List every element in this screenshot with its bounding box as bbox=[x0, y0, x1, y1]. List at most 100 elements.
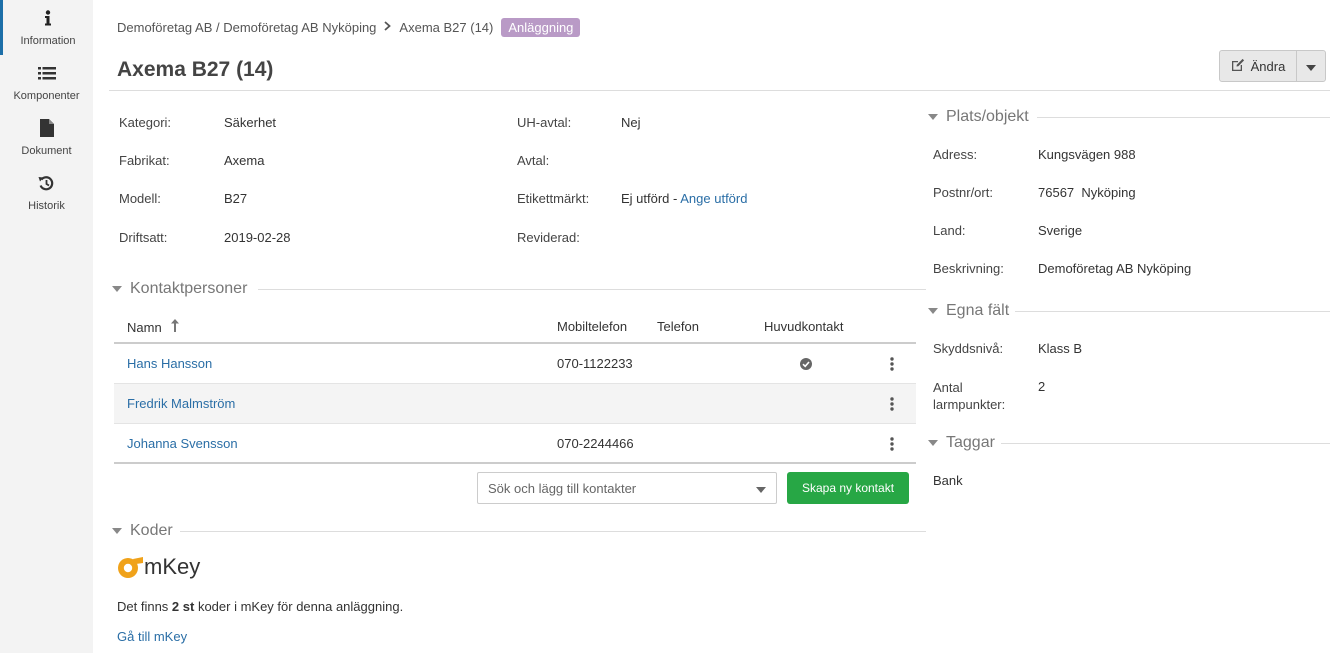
field-value: Axema bbox=[224, 153, 265, 168]
divider bbox=[180, 531, 926, 532]
edit-button-label: Ändra bbox=[1250, 58, 1286, 74]
field-value: 76567 Nyköping bbox=[1038, 185, 1136, 200]
divider bbox=[1001, 443, 1330, 444]
section-title: Egna fält bbox=[946, 302, 1010, 319]
check-circle-icon bbox=[800, 358, 812, 373]
column-header-main-contact[interactable]: Huvudkontakt bbox=[764, 319, 844, 334]
sidebar-item-label: Historik bbox=[28, 200, 65, 212]
field-label: Land: bbox=[933, 223, 966, 238]
sidebar: Information Komponenter Dokument Histori… bbox=[0, 0, 93, 653]
breadcrumb: Demoföretag AB / Demoföretag AB Nyköping… bbox=[117, 16, 581, 38]
sidebar-item-label: Dokument bbox=[21, 145, 72, 157]
row-menu-icon[interactable] bbox=[889, 396, 895, 412]
field-label: Adress: bbox=[933, 147, 978, 162]
status-badge: Anläggning bbox=[501, 17, 581, 37]
field-label: Kategori: bbox=[119, 115, 172, 130]
breadcrumb-path[interactable]: Demoföretag AB / Demoföretag AB Nyköping bbox=[117, 20, 376, 35]
mark-done-link[interactable]: Ange utförd bbox=[680, 191, 747, 206]
document-icon bbox=[0, 118, 93, 138]
column-header-name[interactable]: Namn bbox=[127, 319, 180, 335]
chevron-right-icon bbox=[384, 20, 392, 34]
field-label: Modell: bbox=[119, 191, 161, 206]
caret-down-icon bbox=[756, 481, 766, 496]
sidebar-item-komponenter[interactable]: Komponenter bbox=[0, 55, 93, 110]
codes-section-header[interactable]: Koder bbox=[112, 522, 173, 540]
contact-search-placeholder: Sök och lägg till kontakter bbox=[488, 480, 637, 496]
divider bbox=[258, 289, 926, 290]
row-menu-icon[interactable] bbox=[889, 436, 895, 452]
field-value: 2 bbox=[1038, 379, 1046, 394]
field-label: Avtal: bbox=[517, 153, 550, 168]
sidebar-item-historik[interactable]: Historik bbox=[0, 165, 93, 220]
collapse-arrow-icon bbox=[112, 528, 122, 534]
field-label: Beskrivning: bbox=[933, 261, 1004, 276]
column-header-mobile[interactable]: Mobiltelefon bbox=[557, 319, 627, 334]
sidebar-item-dokument[interactable]: Dokument bbox=[0, 110, 93, 165]
field-value: Demoföretag AB Nyköping bbox=[1038, 261, 1192, 276]
row-menu-icon[interactable] bbox=[889, 356, 895, 372]
go-to-mkey-link[interactable]: Gå till mKey bbox=[117, 629, 187, 644]
field-value: 2019-02-28 bbox=[224, 230, 291, 245]
contact-name-link[interactable]: Johanna Svensson bbox=[127, 436, 238, 451]
codes-count: 2 st bbox=[171, 599, 195, 614]
custom-fields-section-header[interactable]: Egna fält bbox=[928, 302, 1009, 320]
field-label: Skyddsnivå: bbox=[933, 341, 1004, 356]
mkey-logo-icon bbox=[118, 557, 143, 578]
contact-search-select[interactable]: Sök och lägg till kontakter bbox=[477, 472, 777, 504]
field-label: Driftsatt: bbox=[119, 230, 168, 245]
field-value: Säkerhet bbox=[224, 115, 277, 130]
mkey-logo: mKey bbox=[117, 553, 200, 581]
place-section-header[interactable]: Plats/objekt bbox=[928, 108, 1029, 126]
divider bbox=[1037, 117, 1330, 118]
sidebar-item-information[interactable]: Information bbox=[0, 0, 93, 55]
field-value: Nej bbox=[621, 115, 641, 130]
tags-section-header[interactable]: Taggar bbox=[928, 434, 995, 452]
create-contact-button[interactable]: Skapa ny kontakt bbox=[787, 472, 909, 504]
sort-ascending-icon bbox=[171, 319, 180, 335]
sidebar-item-label: Information bbox=[20, 35, 76, 47]
label-status-text: Ej utförd - bbox=[621, 191, 681, 206]
breadcrumb-current: Axema B27 (14) bbox=[399, 19, 494, 35]
edit-icon bbox=[1231, 58, 1245, 74]
edit-button[interactable]: Ändra bbox=[1220, 51, 1297, 81]
main-content: Demoföretag AB / Demoföretag AB Nyköping… bbox=[93, 0, 1330, 653]
field-label: Antal larmpunkter: bbox=[933, 380, 1006, 412]
contact-name-link[interactable]: Hans Hansson bbox=[127, 356, 212, 371]
divider bbox=[109, 90, 1330, 91]
field-value: Kungsvägen 988 bbox=[1038, 147, 1136, 162]
list-icon bbox=[0, 63, 93, 83]
collapse-arrow-icon bbox=[928, 114, 938, 120]
section-title: Koder bbox=[130, 522, 173, 539]
collapse-arrow-icon bbox=[112, 286, 122, 292]
collapse-arrow-icon bbox=[928, 440, 938, 446]
codes-info-text: Det finns 2 st koder i mKey för denna an… bbox=[117, 599, 404, 614]
mkey-logo-text: mKey bbox=[144, 554, 201, 579]
section-title: Taggar bbox=[946, 434, 995, 451]
field-value: Ej utförd - Ange utförd bbox=[621, 191, 747, 206]
divider bbox=[1015, 311, 1330, 312]
tag-item: Bank bbox=[933, 473, 963, 488]
field-value: Klass B bbox=[1038, 341, 1083, 356]
column-header-phone[interactable]: Telefon bbox=[657, 319, 699, 334]
contact-name-link[interactable]: Fredrik Malmström bbox=[127, 396, 235, 411]
field-label: UH-avtal: bbox=[517, 115, 572, 130]
collapse-arrow-icon bbox=[928, 308, 938, 314]
table-row: Hans Hansson 070-1122233 bbox=[114, 344, 916, 384]
field-label: Postnr/ort: bbox=[933, 185, 993, 200]
section-title: Kontaktpersoner bbox=[130, 280, 248, 297]
field-value: Sverige bbox=[1038, 223, 1083, 238]
info-icon bbox=[3, 8, 93, 28]
sidebar-item-label: Komponenter bbox=[13, 90, 80, 102]
history-icon bbox=[0, 173, 93, 193]
contacts-section-header[interactable]: Kontaktpersoner bbox=[112, 280, 247, 298]
contact-mobile: 070-2244466 bbox=[557, 436, 634, 451]
contact-mobile: 070-1122233 bbox=[557, 356, 633, 371]
page-title: Axema B27 (14) bbox=[117, 58, 274, 81]
field-label: Reviderad: bbox=[517, 230, 580, 245]
edit-dropdown-button[interactable] bbox=[1297, 51, 1325, 81]
table-row: Fredrik Malmström bbox=[114, 384, 916, 424]
field-label: Etikettmärkt: bbox=[517, 191, 590, 206]
caret-down-icon bbox=[1306, 59, 1316, 74]
section-title: Plats/objekt bbox=[946, 108, 1029, 125]
field-value: B27 bbox=[224, 191, 248, 206]
